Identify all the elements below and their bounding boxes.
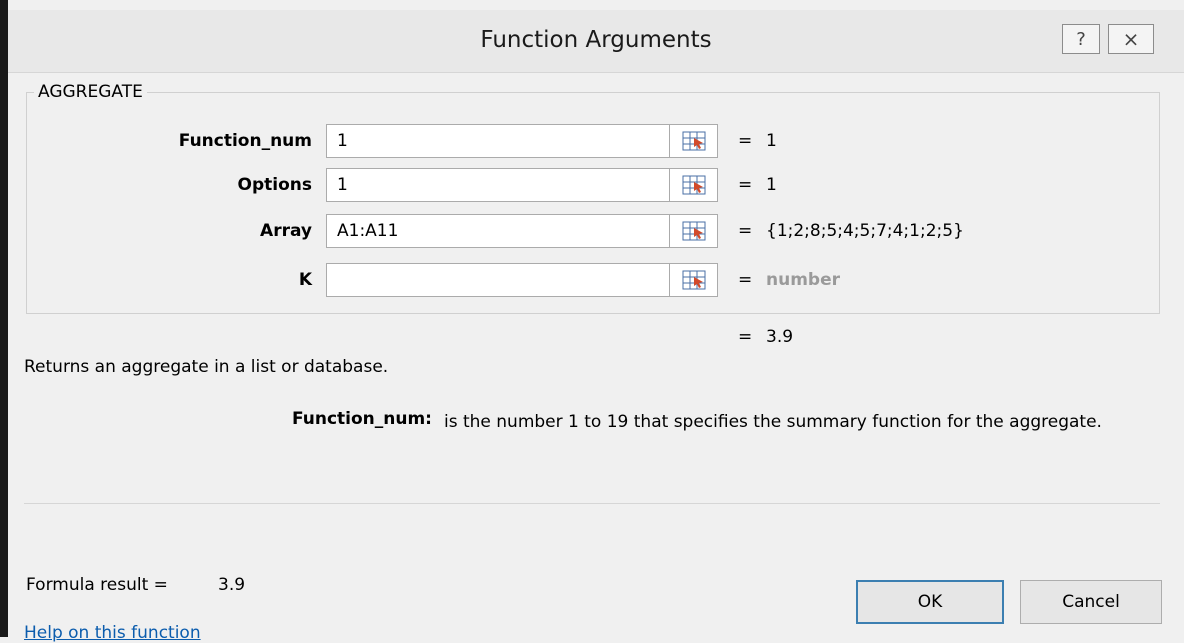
k-label: K: [298, 270, 312, 290]
k-input[interactable]: [326, 263, 670, 297]
function-num-input[interactable]: [326, 124, 670, 158]
function-num-ref-button[interactable]: [670, 124, 718, 158]
formula-result-value: 3.9: [218, 575, 246, 595]
cancel-button[interactable]: Cancel: [1020, 580, 1162, 624]
array-ref-button[interactable]: [670, 214, 718, 248]
options-label: Options: [237, 175, 312, 195]
array-result: {1;2;8;5;4;5;7;4;1;2;5}: [766, 221, 964, 241]
window-left-edge: [0, 0, 8, 637]
title-bar: Function Arguments ? ⨯: [8, 10, 1184, 73]
options-ref-button[interactable]: [670, 168, 718, 202]
range-select-icon: [682, 270, 705, 290]
range-select-icon: [682, 175, 705, 195]
help-button[interactable]: ?: [1062, 24, 1100, 54]
argument-help-name: Function_num:: [291, 409, 432, 429]
argument-help-text: is the number 1 to 19 that specifies the…: [444, 412, 1102, 432]
close-button[interactable]: ⨯: [1108, 24, 1154, 54]
function-num-equals: =: [738, 131, 753, 151]
divider: [24, 503, 1160, 504]
overall-result: 3.9: [766, 327, 794, 347]
function-name-label: AGGREGATE: [34, 82, 147, 102]
k-result: number: [766, 270, 841, 290]
range-select-icon: [682, 131, 705, 151]
array-label: Array: [260, 221, 312, 241]
options-result: 1: [766, 175, 777, 195]
overall-equals: =: [738, 327, 753, 347]
formula-result-label: Formula result =: [26, 575, 168, 595]
function-num-result: 1: [766, 131, 777, 151]
ok-button[interactable]: OK: [856, 580, 1004, 624]
help-on-function-link[interactable]: Help on this function: [24, 623, 201, 643]
array-equals: =: [738, 221, 753, 241]
help-icon: ?: [1076, 28, 1086, 50]
close-icon: ⨯: [1122, 27, 1140, 51]
options-input[interactable]: [326, 168, 670, 202]
dialog-title: Function Arguments: [480, 27, 712, 53]
function-num-label: Function_num: [178, 131, 312, 151]
k-ref-button[interactable]: [670, 263, 718, 297]
k-equals: =: [738, 270, 753, 290]
options-equals: =: [738, 175, 753, 195]
range-select-icon: [682, 221, 705, 241]
array-input[interactable]: [326, 214, 670, 248]
function-description: Returns an aggregate in a list or databa…: [24, 357, 389, 377]
